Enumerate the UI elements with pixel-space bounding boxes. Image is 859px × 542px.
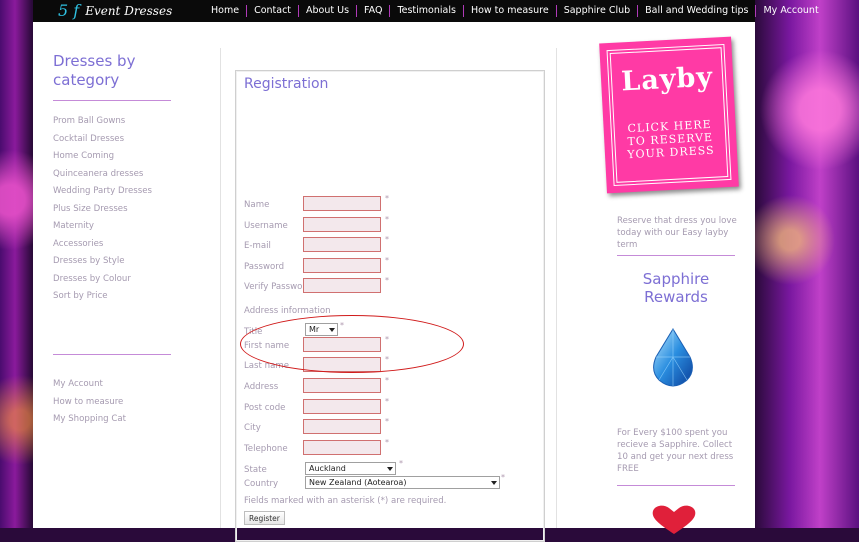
required-mark: * [385, 438, 389, 447]
nav-about-us[interactable]: About Us [298, 5, 356, 17]
address-label: Address [244, 382, 279, 392]
nav-home[interactable]: Home [204, 5, 246, 17]
country-row: Country New Zealand (Aotearoa) * [236, 473, 544, 491]
page-content: Dresses by category Prom Ball Gowns Cock… [33, 22, 755, 542]
required-mark: * [385, 417, 389, 426]
required-mark: * [385, 215, 389, 224]
sidebar-item-home-coming[interactable]: Home Coming [53, 148, 173, 166]
name-input[interactable] [303, 196, 381, 211]
top-navigation-bar: 5 f Event Dresses Home Contact About Us … [33, 0, 819, 22]
username-input[interactable] [303, 217, 381, 232]
heart-icon [652, 505, 696, 534]
logo-mark: 5 f [58, 1, 80, 20]
required-mark: * [385, 376, 389, 385]
sapphire-text: For Every $100 spent you recieve a Sapph… [617, 428, 734, 474]
state-label: State [244, 465, 267, 475]
sidebar-item-wedding-party[interactable]: Wedding Party Dresses [53, 183, 173, 201]
sapphire-icon [653, 328, 693, 387]
nav-contact[interactable]: Contact [246, 5, 298, 17]
right-divider-2 [617, 485, 735, 486]
verify-password-input[interactable] [303, 278, 381, 293]
chevron-down-icon [491, 481, 497, 485]
register-button[interactable]: Register [244, 511, 285, 525]
layby-banner[interactable]: Layby CLICK HERE TO RESERVE YOUR DRESS [599, 36, 739, 194]
required-mark: * [385, 397, 389, 406]
registration-title: Registration [244, 76, 329, 92]
telephone-label: Telephone [244, 444, 288, 454]
verify-password-label: Verify Password [244, 282, 312, 292]
city-row: City * [236, 417, 544, 435]
post-code-input[interactable] [303, 399, 381, 414]
sidebar-item-my-account[interactable]: My Account [53, 376, 126, 394]
sapphire-title: Sapphire Rewards [642, 270, 710, 306]
email-row: E-mail * [236, 235, 544, 253]
password-input[interactable] [303, 258, 381, 273]
nav-faq[interactable]: FAQ [356, 5, 389, 17]
required-mark: * [385, 235, 389, 244]
post-code-label: Post code [244, 403, 286, 413]
sidebar-divider [53, 100, 171, 101]
required-mark: * [385, 256, 389, 265]
required-mark: * [399, 459, 403, 468]
username-label: Username [244, 221, 288, 231]
sidebar-item-how-to-measure[interactable]: How to measure [53, 394, 126, 412]
highlight-circle [240, 315, 464, 373]
address-row: Address * [236, 376, 544, 394]
country-label: Country [244, 479, 279, 489]
address-input[interactable] [303, 378, 381, 393]
column-divider-left [220, 48, 221, 528]
state-select[interactable]: Auckland [305, 462, 396, 475]
required-mark: * [385, 276, 389, 285]
site-logo[interactable]: 5 f Event Dresses [58, 0, 172, 22]
layby-text: Reserve that dress you love today with o… [617, 216, 737, 250]
nav-how-to-measure[interactable]: How to measure [462, 5, 556, 17]
sidebar-title: Dresses by category [53, 52, 136, 89]
password-row: Password * [236, 256, 544, 274]
sidebar-divider-2 [53, 354, 171, 355]
telephone-input[interactable] [303, 440, 381, 455]
name-label: Name [244, 200, 270, 210]
account-links: My Account How to measure My Shopping Ca… [53, 376, 126, 429]
required-mark: * [501, 473, 505, 482]
sidebar-item-cocktail-dresses[interactable]: Cocktail Dresses [53, 131, 173, 149]
logo-text: Event Dresses [85, 4, 173, 18]
sidebar-item-plus-size[interactable]: Plus Size Dresses [53, 201, 173, 219]
right-divider [617, 255, 735, 256]
email-label: E-mail [244, 241, 271, 251]
country-select[interactable]: New Zealand (Aotearoa) [305, 476, 500, 489]
registration-form: Registration Name * Username * E-mail * … [235, 70, 545, 542]
city-label: City [244, 423, 261, 433]
nav-sapphire-club[interactable]: Sapphire Club [555, 5, 637, 17]
sidebar-item-prom-ball-gowns[interactable]: Prom Ball Gowns [53, 113, 173, 131]
main-nav: Home Contact About Us FAQ Testimonials H… [204, 0, 826, 22]
sidebar-item-quinceanera[interactable]: Quinceanera dresses [53, 166, 173, 184]
city-input[interactable] [303, 419, 381, 434]
chevron-down-icon [387, 467, 393, 471]
layby-cta: CLICK HERE TO RESERVE YOUR DRESS [627, 117, 715, 162]
post-code-row: Post code * [236, 397, 544, 415]
column-divider-right [556, 48, 557, 528]
country-select-value: New Zealand (Aotearoa) [309, 478, 407, 487]
password-label: Password [244, 262, 285, 272]
sidebar-item-accessories[interactable]: Accessories [53, 236, 173, 254]
sidebar-item-by-colour[interactable]: Dresses by Colour [53, 271, 173, 289]
address-heading: Address information [244, 306, 331, 316]
state-select-value: Auckland [309, 464, 346, 473]
verify-password-row: Verify Password * [236, 276, 544, 294]
category-sidebar: Dresses by category Prom Ball Gowns Cock… [53, 52, 173, 424]
nav-testimonials[interactable]: Testimonials [389, 5, 462, 17]
sidebar-item-maternity[interactable]: Maternity [53, 218, 173, 236]
sidebar-item-shopping-cart[interactable]: My Shopping Cat [53, 411, 126, 429]
nav-my-account[interactable]: My Account [755, 5, 825, 17]
telephone-row: Telephone * [236, 438, 544, 456]
required-mark: * [385, 194, 389, 203]
username-row: Username * [236, 215, 544, 233]
name-row: Name * [236, 194, 544, 212]
sidebar-item-sort-by-price[interactable]: Sort by Price [53, 288, 173, 306]
email-input[interactable] [303, 237, 381, 252]
nav-ball-wedding-tips[interactable]: Ball and Wedding tips [637, 5, 755, 17]
sidebar-item-by-style[interactable]: Dresses by Style [53, 253, 173, 271]
required-note: Fields marked with an asterisk (*) are r… [244, 496, 447, 506]
